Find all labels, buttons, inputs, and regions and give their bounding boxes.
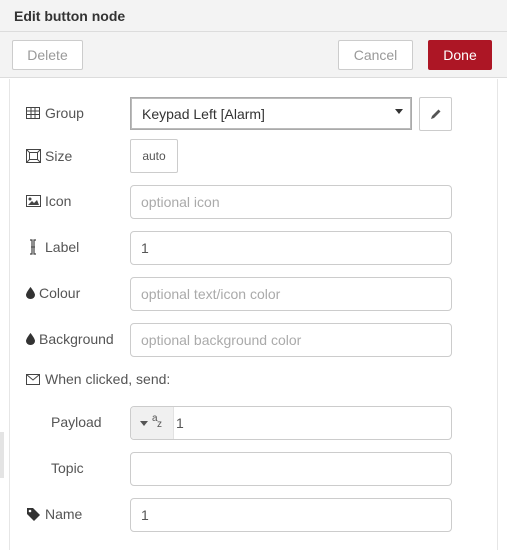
icon-input[interactable]: optional icon	[130, 185, 452, 219]
caret-down-icon	[140, 420, 148, 426]
done-button[interactable]: Done	[428, 40, 492, 70]
delete-button[interactable]: Delete	[12, 40, 83, 70]
topic-input[interactable]	[130, 452, 452, 486]
topic-label-text: Topic	[51, 460, 84, 476]
group-select-value: Keypad Left [Alarm]	[142, 105, 265, 122]
colour-input-placeholder: optional text/icon color	[141, 286, 281, 302]
size-label-text: Size	[45, 148, 73, 164]
colour-label: Colour	[25, 283, 80, 303]
group-select[interactable]: Keypad Left [Alarm]	[130, 97, 412, 130]
payload-label: Payload	[51, 412, 102, 432]
size-label: Size	[25, 146, 72, 166]
envelope-icon	[25, 371, 41, 387]
name-label-text: Name	[45, 506, 83, 522]
icon-label: Icon	[25, 191, 71, 211]
text-cursor-icon	[25, 239, 41, 255]
when-clicked-label: When clicked, send:	[25, 369, 170, 389]
label-input[interactable]: 1	[130, 231, 452, 265]
resize-icon	[25, 148, 41, 164]
tray-title: Edit button node	[14, 8, 126, 24]
background-label-text: Background	[39, 331, 114, 347]
cancel-button[interactable]: Cancel	[338, 40, 413, 70]
topic-label: Topic	[51, 458, 84, 478]
pencil-icon	[428, 106, 444, 122]
colour-input[interactable]: optional text/icon color	[130, 277, 452, 311]
when-clicked-label-text: When clicked, send:	[45, 371, 171, 387]
name-label: Name	[25, 504, 82, 524]
label-label: Label	[25, 237, 79, 257]
payload-input[interactable]: az 1	[130, 406, 452, 440]
background-label: Background	[25, 329, 114, 349]
tag-icon	[25, 506, 41, 522]
string-type-icon: az	[152, 413, 162, 430]
name-input[interactable]: 1	[130, 498, 452, 532]
payload-label-text: Payload	[51, 414, 102, 430]
droplet-icon	[25, 285, 35, 301]
image-icon	[25, 193, 41, 209]
payload-type-select[interactable]: az	[131, 407, 174, 439]
name-input-value: 1	[141, 507, 149, 523]
payload-value: 1	[176, 415, 184, 431]
group-label-text: Group	[45, 105, 84, 121]
icon-input-placeholder: optional icon	[141, 194, 220, 210]
icon-label-text: Icon	[45, 193, 72, 209]
chevron-down-icon	[395, 109, 403, 114]
table-icon	[25, 105, 41, 121]
droplet-icon	[25, 331, 35, 347]
label-label-text: Label	[45, 239, 80, 255]
resize-handle[interactable]	[0, 432, 4, 478]
background-input-placeholder: optional background color	[141, 332, 302, 348]
colour-label-text: Colour	[39, 285, 81, 301]
size-button[interactable]: auto	[130, 139, 178, 173]
background-input[interactable]: optional background color	[130, 323, 452, 357]
group-label: Group	[25, 103, 84, 123]
edit-group-button[interactable]	[419, 97, 452, 131]
label-input-value: 1	[141, 240, 149, 256]
tray-header: Edit button node	[0, 0, 507, 32]
